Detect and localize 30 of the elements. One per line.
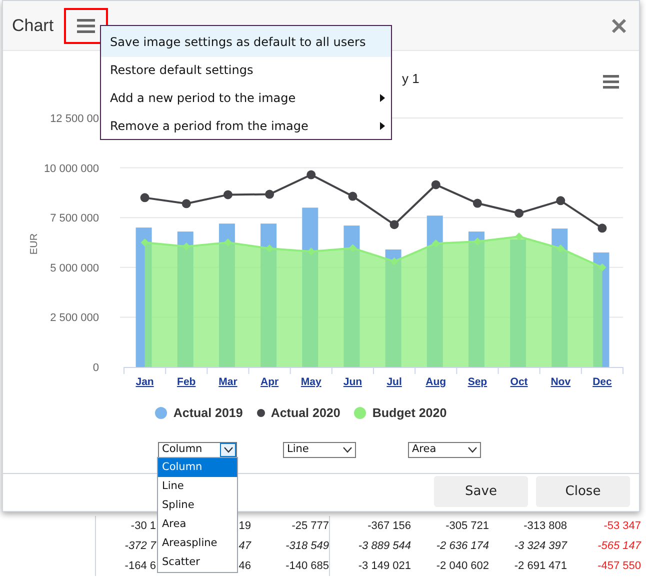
- table-cell-text: -30 1: [130, 518, 156, 534]
- table-cell-text: -313 808: [522, 518, 567, 534]
- table-cell-text: -318 549: [284, 538, 329, 554]
- chart-title: y 1: [402, 71, 420, 86]
- table-cell-text: -2 040 602: [435, 558, 489, 574]
- y-axis-label: 12 500 00: [50, 113, 99, 125]
- table-cell-text: 46: [238, 558, 251, 574]
- y-axis-label: 2 500 000: [50, 312, 99, 324]
- table-cell-text: 19: [238, 518, 251, 534]
- table-cell-text: -2 636 174: [435, 538, 489, 554]
- table-cell-text: -53 347: [602, 518, 641, 534]
- table-cell-text: -457 550: [596, 558, 641, 574]
- table-cell-text: -2 691 471: [513, 558, 567, 574]
- table-cell: -3 149 021: [329, 556, 411, 576]
- table-cell-text: 47: [238, 538, 251, 554]
- table-cell: -3 889 544: [329, 536, 411, 556]
- table-cell-text: -25 777: [290, 518, 329, 534]
- y-axis-title: EUR: [29, 233, 40, 255]
- table-cell-text: -3 324 397: [513, 538, 567, 554]
- y-axis-label: 7 500 000: [50, 212, 99, 225]
- table-cell-text: -164 6: [124, 558, 156, 574]
- y-axis-label: 0: [92, 362, 99, 374]
- table-cell-text: -565 147: [596, 538, 641, 554]
- y-axis-label: 10 000 000: [44, 162, 99, 175]
- dialog-title: Chart: [12, 14, 54, 37]
- table-cell-text: -305 721: [444, 518, 489, 534]
- table-cell: -367 156: [329, 516, 411, 536]
- table-cell-text: -372 7: [124, 538, 156, 554]
- y-axis-label: 5 000 000: [50, 262, 99, 274]
- table-cell-text: -140 685: [284, 558, 329, 574]
